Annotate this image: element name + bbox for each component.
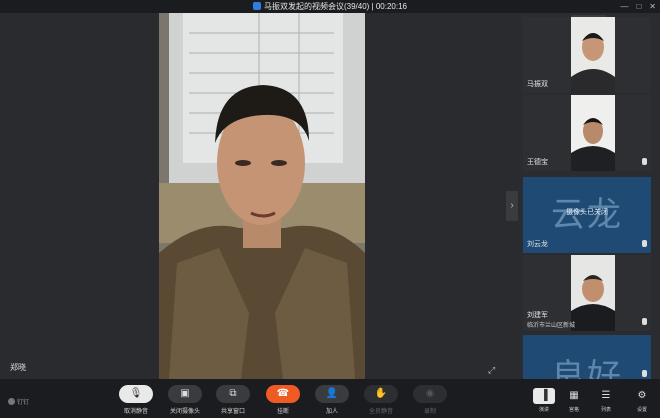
record-label: 录制	[423, 409, 436, 415]
participant-name: 刘云龙	[527, 241, 548, 248]
participant-video-frame	[571, 255, 615, 331]
app-logo-icon	[8, 398, 15, 405]
add-person-button[interactable]: 👤 加人	[312, 385, 352, 415]
participant-avatar-text: 良好	[551, 358, 623, 379]
participant-video-frame	[571, 95, 615, 171]
participant-name: 刘建军	[527, 312, 548, 319]
share-window-label: 共享窗口	[220, 409, 245, 415]
record-icon: ◉	[413, 385, 447, 403]
participant-video	[571, 95, 615, 171]
hang-up-icon: ☎	[266, 385, 300, 403]
app-logo-text: 钉钉	[17, 400, 30, 406]
camera-off-button[interactable]: ▣ 关闭摄像头	[165, 385, 205, 415]
window-title-wrap: 马振双发起的视频会议(39/40) | 00:20:16	[0, 0, 660, 13]
participant-panel: ︿ 马振双 王德宝 云龙 摄像头已关闭 刘云龙	[519, 13, 660, 379]
main-stage: 郑晓 ⤢ ›	[0, 13, 519, 379]
speaker-video-frame	[159, 13, 365, 379]
participant-name: 王德宝	[527, 159, 548, 166]
record-button[interactable]: ◉ 录制	[410, 385, 450, 415]
participant-tile[interactable]: 云龙 摄像头已关闭 刘云龙	[523, 177, 651, 253]
collapse-panel-chevron-icon[interactable]: ›	[506, 191, 518, 221]
share-screen-icon: ⧉	[216, 385, 250, 403]
add-person-label: 加人	[325, 409, 338, 415]
speaker-view-icon: ▐	[533, 388, 555, 404]
minimize-icon[interactable]: —	[620, 0, 628, 13]
settings-label: 设置	[636, 407, 647, 413]
speaker-video	[159, 13, 365, 379]
participant-tile[interactable]: 王德宝	[523, 95, 651, 171]
window-controls: — □ ✕	[620, 0, 656, 13]
mic-muted-icon: 🎙	[119, 385, 153, 403]
participant-tile[interactable]: 良好	[523, 335, 651, 379]
mic-icon	[642, 370, 647, 377]
list-view-button[interactable]: ☰ 列表	[594, 388, 618, 413]
share-window-button[interactable]: ⧉ 共享窗口	[213, 385, 253, 415]
window-title: 马振双发起的视频会议(39/40) | 00:20:16	[263, 2, 407, 11]
participant-video	[571, 255, 615, 331]
participant-video-frame	[571, 17, 615, 93]
settings-button[interactable]: ⚙ 设置	[630, 388, 654, 413]
mute-all-button[interactable]: ✋ 全员静音	[361, 385, 401, 415]
mic-icon	[642, 318, 647, 325]
add-person-icon: 👤	[315, 385, 349, 403]
list-view-label: 列表	[600, 407, 611, 413]
hang-up-button[interactable]: ☎ 挂断	[263, 385, 303, 415]
grid-view-label: 宫格	[568, 407, 579, 413]
participant-subtitle: 临沂市兰山区新城	[527, 323, 576, 329]
grid-icon: ▦	[569, 390, 579, 401]
unmute-label: 取消静音	[123, 409, 148, 415]
speaker-view-button[interactable]: ▐ 演讲	[532, 388, 556, 413]
participant-video	[571, 17, 615, 93]
camera-off-label: 关闭摄像头	[169, 409, 200, 415]
camera-icon: ▣	[168, 385, 202, 403]
mute-all-icon: ✋	[364, 385, 398, 403]
maximize-icon[interactable]: □	[636, 0, 641, 13]
close-icon[interactable]: ✕	[649, 0, 656, 13]
unmute-button[interactable]: 🎙 取消静音	[116, 385, 156, 415]
hang-up-label: 挂断	[276, 409, 289, 415]
app-logo: 钉钉	[8, 397, 29, 406]
grid-view-button[interactable]: ▦ 宫格	[562, 388, 586, 413]
meeting-toolbar: 钉钉 🎙 取消静音 ▣ 关闭摄像头 ⧉ 共享窗口 ☎ 挂断 👤 加人 ✋ 全员静…	[0, 379, 660, 418]
participant-tile[interactable]: 马振双	[523, 17, 651, 93]
meeting-lock-icon	[252, 2, 261, 10]
mic-icon	[642, 158, 647, 165]
mute-all-label: 全员静音	[368, 409, 393, 415]
gear-icon: ⚙	[637, 390, 647, 401]
title-bar: 马振双发起的视频会议(39/40) | 00:20:16 — □ ✕	[0, 0, 660, 13]
camera-off-label: 摄像头已关闭	[566, 209, 608, 216]
speaker-name: 郑晓	[10, 363, 26, 372]
list-icon: ☰	[601, 390, 611, 401]
mic-icon	[642, 240, 647, 247]
speaker-view-label: 演讲	[538, 407, 549, 413]
participant-name: 马振双	[527, 81, 548, 88]
fullscreen-icon[interactable]: ⤢	[488, 365, 498, 375]
participant-tile[interactable]: 刘建军 临沂市兰山区新城	[523, 255, 651, 331]
